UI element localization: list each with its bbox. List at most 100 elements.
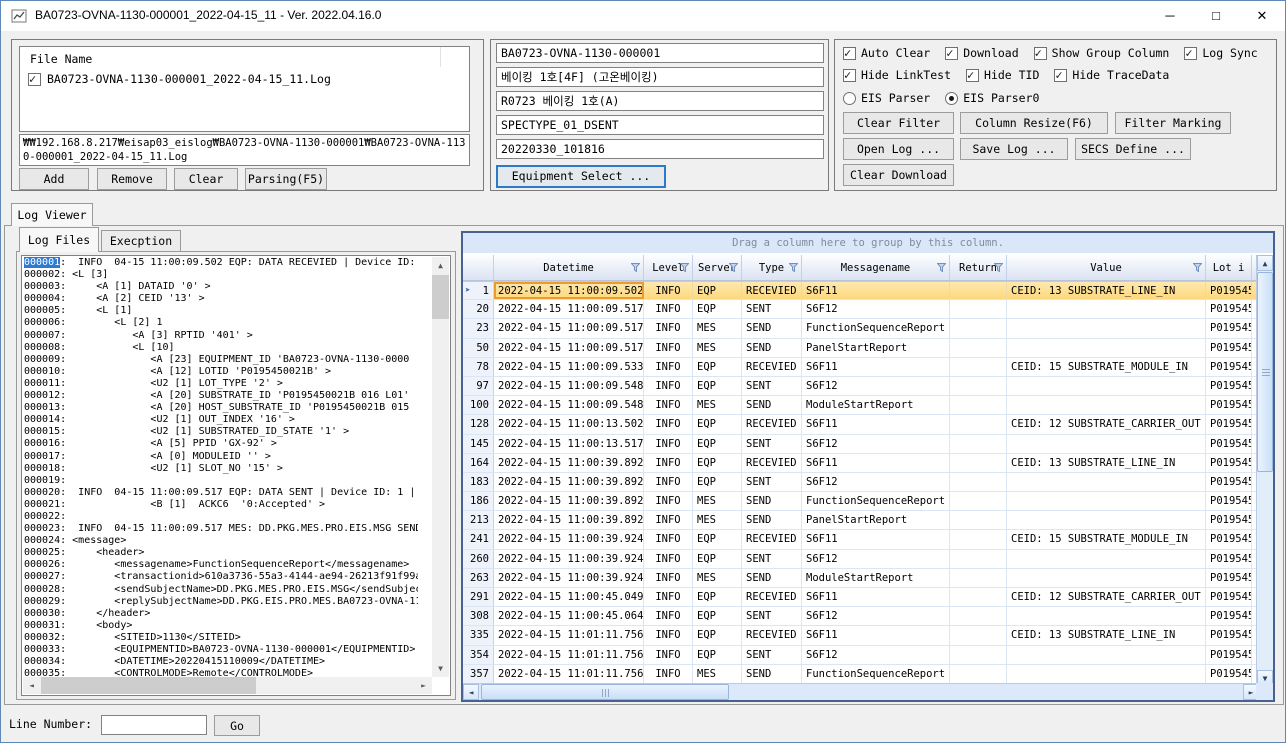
table-row[interactable]: 1452022-04-15 11:00:13.517INFOEQPSENTS6F… <box>463 435 1256 454</box>
table-row[interactable]: 1862022-04-15 11:00:39.892INFOMESSENDFun… <box>463 492 1256 511</box>
log-line[interactable]: 000029: <replySubjectName>DD.PKG.EIS.PRO… <box>24 596 418 608</box>
scroll-left-icon[interactable]: ◄ <box>463 684 479 700</box>
log-line[interactable]: 000030: </header> <box>24 608 418 620</box>
spec-date-field[interactable]: 20220330_101816 <box>496 139 824 159</box>
log-line[interactable]: 000020: INFO 04-15 11:00:09.517 EQP: DAT… <box>24 487 418 499</box>
log-line[interactable]: 000012: <A [20] SUBSTRATE_ID 'P019545002… <box>24 390 418 402</box>
log-line[interactable]: 000016: <A [5] PPID 'GX-92' > <box>24 438 418 450</box>
equipment-name-field[interactable]: 베이킹 1호[4F] (고온베이킹) <box>496 67 824 87</box>
table-row[interactable]: 1002022-04-15 11:00:09.548INFOMESSENDMod… <box>463 396 1256 415</box>
maximize-button[interactable]: □ <box>1193 1 1239 31</box>
eis-parser-radio[interactable]: EIS Parser <box>843 91 930 105</box>
log-line[interactable]: 000025: <header> <box>24 547 418 559</box>
hide-tracedata-checkbox[interactable]: Hide TraceData <box>1054 68 1169 82</box>
tab-log-files[interactable]: Log Files <box>19 227 99 252</box>
scrollbar-thumb[interactable] <box>432 275 449 319</box>
open-log-button[interactable]: Open Log ... <box>843 138 954 160</box>
log-line[interactable]: 000023: INFO 04-15 11:00:09.517 MES: DD.… <box>24 523 418 535</box>
scroll-right-icon[interactable]: ► <box>415 677 432 694</box>
equipment-alias-field[interactable]: R0723 베이킹 1호(A) <box>496 91 824 111</box>
column-header-datetime[interactable]: Datetime <box>494 255 644 280</box>
scrollbar-thumb[interactable] <box>41 677 256 694</box>
log-line[interactable]: 000007: <A [3] RPTID '401' > <box>24 330 418 342</box>
log-sync-checkbox[interactable]: Log Sync <box>1184 46 1257 60</box>
clear-download-button[interactable]: Clear Download <box>843 164 954 186</box>
download-checkbox[interactable]: Download <box>945 46 1018 60</box>
table-row[interactable]: 1282022-04-15 11:00:13.502INFOEQPRECEVIE… <box>463 415 1256 434</box>
auto-clear-checkbox[interactable]: Auto Clear <box>843 46 930 60</box>
log-line[interactable]: 000026: <messagename>FunctionSequenceRep… <box>24 559 418 571</box>
log-line[interactable]: 000019: <box>24 475 418 487</box>
log-line[interactable]: 000015: <U2 [1] SUBSTRATED_ID_STATE '1' … <box>24 426 418 438</box>
log-vertical-scrollbar[interactable]: ▲ ▼ <box>432 257 449 677</box>
column-header-return[interactable]: Return <box>950 255 1007 280</box>
log-line[interactable]: 000010: <A [12] LOTID 'P0195450021B' > <box>24 366 418 378</box>
parsing-button[interactable]: Parsing(F5) <box>245 168 327 190</box>
scrollbar-thumb[interactable] <box>1257 272 1273 472</box>
tab-execption[interactable]: Execption <box>101 230 181 252</box>
log-line[interactable]: 000002: <L [3] <box>24 269 418 281</box>
line-number-input[interactable] <box>101 715 207 735</box>
scrollbar-thumb[interactable] <box>481 684 729 700</box>
table-row[interactable]: 502022-04-15 11:00:09.517INFOMESSENDPane… <box>463 339 1256 358</box>
eis-parser0-radio[interactable]: EIS Parser0 <box>945 91 1039 105</box>
hide-linktest-checkbox[interactable]: Hide LinkTest <box>843 68 951 82</box>
log-line[interactable]: 000003: <A [1] DATAID '0' > <box>24 281 418 293</box>
log-line[interactable]: 000028: <sendSubjectName>DD.PKG.MES.PRO.… <box>24 584 418 596</box>
equipment-id-field[interactable]: BA0723-OVNA-1130-000001 <box>496 43 824 63</box>
go-button[interactable]: Go <box>214 715 260 736</box>
remove-button[interactable]: Remove <box>97 168 167 190</box>
column-header-level[interactable]: Level <box>644 255 693 280</box>
log-line[interactable]: 000031: <body> <box>24 620 418 632</box>
show-group-column-checkbox[interactable]: Show Group Column <box>1034 46 1170 60</box>
group-by-band[interactable]: Drag a column here to group by this colu… <box>463 233 1273 254</box>
table-row[interactable]: 2412022-04-15 11:00:39.924INFOEQPRECEVIE… <box>463 530 1256 549</box>
tab-log-viewer[interactable]: Log Viewer <box>11 203 93 226</box>
log-line[interactable]: 000027: <transactionid>610a3736-55a3-414… <box>24 571 418 583</box>
equipment-select-button[interactable]: Equipment Select ... <box>496 165 666 188</box>
log-line[interactable]: 000034: <DATETIME>20220415110009</DATETI… <box>24 656 418 668</box>
add-button[interactable]: Add <box>19 168 89 190</box>
grid-vertical-scrollbar[interactable]: ▲ ▼ <box>1256 255 1273 686</box>
file-list-item[interactable]: BA0723-OVNA-1130-000001_2022-04-15_11.Lo… <box>28 72 331 86</box>
log-line[interactable]: 000008: <L [10] <box>24 342 418 354</box>
log-line[interactable]: 000017: <A [0] MODULEID '' > <box>24 451 418 463</box>
table-row[interactable]: 1642022-04-15 11:00:39.892INFOEQPRECEVIE… <box>463 454 1256 473</box>
log-line[interactable]: 000009: <A [23] EQUIPMENT_ID 'BA0723-OVN… <box>24 354 418 366</box>
table-row[interactable]: 232022-04-15 11:00:09.517INFOMESSENDFunc… <box>463 319 1256 338</box>
log-line[interactable]: 000013: <A [20] HOST_SUBSTRATE_ID 'P0195… <box>24 402 418 414</box>
column-resize-button[interactable]: Column Resize(F6) <box>960 112 1108 134</box>
log-line[interactable]: 000001: INFO 04-15 11:00:09.502 EQP: DAT… <box>24 257 418 269</box>
scroll-down-icon[interactable]: ▼ <box>432 660 449 677</box>
clear-filter-button[interactable]: Clear Filter <box>843 112 954 134</box>
table-row[interactable]: 3082022-04-15 11:00:45.064INFOEQPSENTS6F… <box>463 607 1256 626</box>
table-row[interactable]: 782022-04-15 11:00:09.533INFOEQPRECEVIED… <box>463 358 1256 377</box>
log-text-area[interactable]: 000001: INFO 04-15 11:00:09.502 EQP: DAT… <box>21 255 451 696</box>
secs-define-button[interactable]: SECS Define ... <box>1075 138 1191 160</box>
log-line[interactable]: 000006: <L [2] 1 <box>24 317 418 329</box>
minimize-button[interactable]: ─ <box>1147 1 1193 31</box>
log-line[interactable]: 000021: <B [1] ACKC6 '0:Accepted' > <box>24 499 418 511</box>
column-header-lot-i[interactable]: Lot i <box>1206 255 1252 280</box>
table-row[interactable]: 2602022-04-15 11:00:39.924INFOEQPSENTS6F… <box>463 550 1256 569</box>
log-line[interactable]: 000022: <box>24 511 418 523</box>
scroll-left-icon[interactable]: ◄ <box>23 677 40 694</box>
log-line[interactable]: 000004: <A [2] CEID '13' > <box>24 293 418 305</box>
column-header-type[interactable]: Type <box>742 255 802 280</box>
table-row[interactable]: 972022-04-15 11:00:09.548INFOEQPSENTS6F1… <box>463 377 1256 396</box>
column-header-value[interactable]: Value <box>1007 255 1206 280</box>
log-horizontal-scrollbar[interactable]: ◄ ► <box>23 677 432 694</box>
table-row[interactable]: 3572022-04-15 11:01:11.756INFOMESSENDFun… <box>463 665 1256 684</box>
table-row[interactable]: 2912022-04-15 11:00:45.049INFOEQPRECEVIE… <box>463 588 1256 607</box>
log-line[interactable]: 000005: <L [1] <box>24 305 418 317</box>
row-indicator-header[interactable] <box>463 255 494 280</box>
save-log-button[interactable]: Save Log ... <box>960 138 1068 160</box>
table-row[interactable]: 1832022-04-15 11:00:39.892INFOEQPSENTS6F… <box>463 473 1256 492</box>
table-row[interactable]: 2132022-04-15 11:00:39.892INFOMESSENDPan… <box>463 511 1256 530</box>
scroll-up-icon[interactable]: ▲ <box>1257 255 1273 271</box>
grid-horizontal-scrollbar[interactable]: ◄ ► <box>463 683 1259 700</box>
log-line[interactable]: 000032: <SITEID>1130</SITEID> <box>24 632 418 644</box>
spec-type-field[interactable]: SPECTYPE_01_DSENT <box>496 115 824 135</box>
column-header-server[interactable]: Server <box>693 255 742 280</box>
file-path-box[interactable]: ₩₩192.168.8.217₩eisap03_eislog₩BA0723-OV… <box>19 134 470 166</box>
